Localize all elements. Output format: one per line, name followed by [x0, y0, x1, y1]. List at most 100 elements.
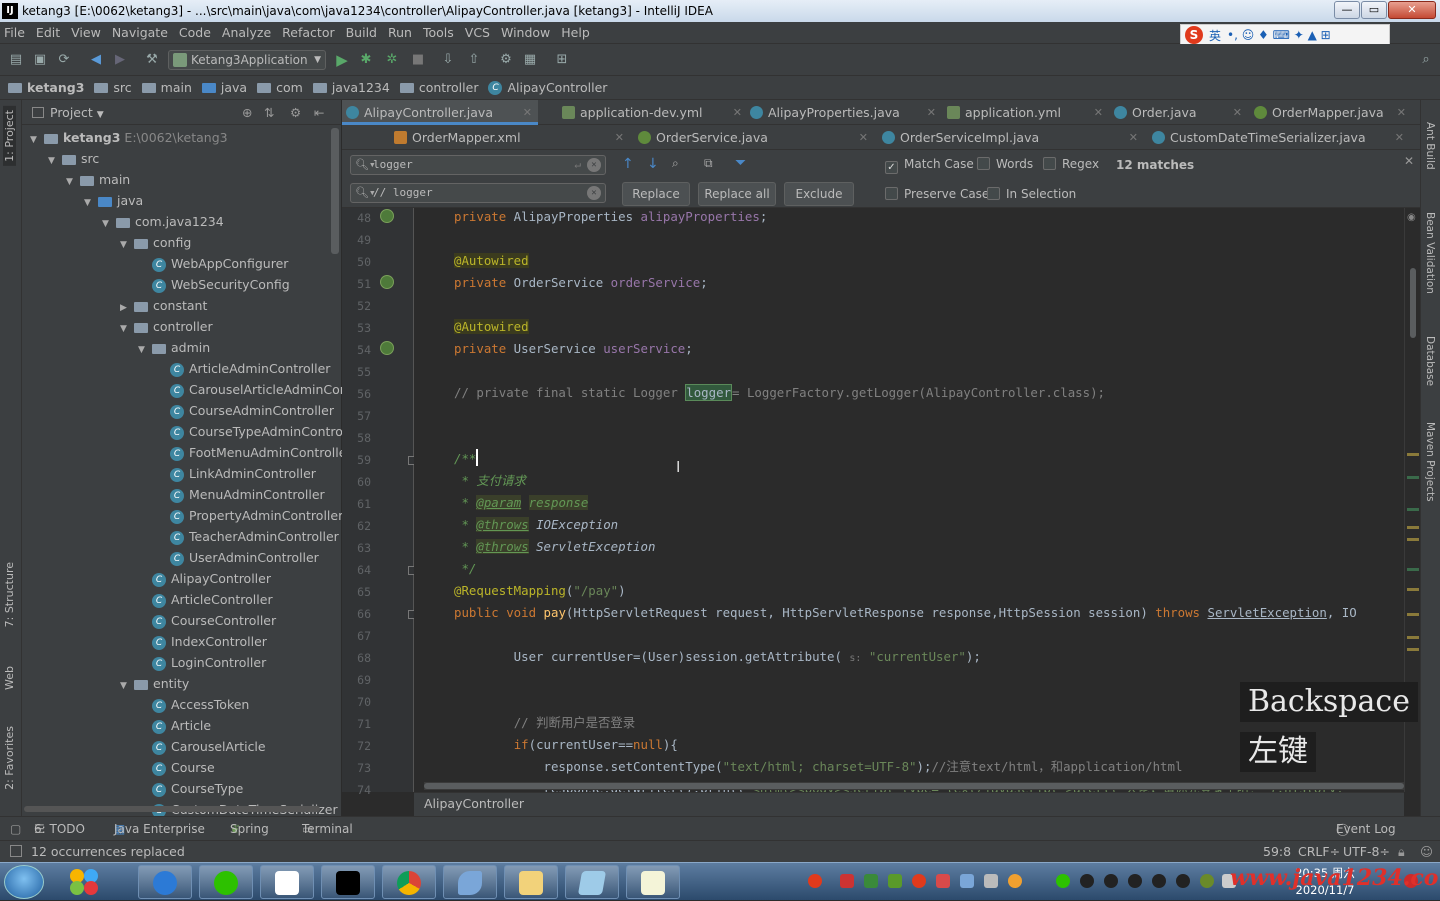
select-all-occurrences-icon[interactable]: ⧉	[704, 156, 713, 171]
tree-node-config[interactable]: ▼ config	[120, 232, 191, 253]
tree-node-carouselarticleadmincontr[interactable]: C CarouselArticleAdminContr	[156, 379, 358, 400]
horizontal-scrollbar[interactable]	[424, 782, 1404, 790]
code-line[interactable]: // private final static Logger logger= L…	[454, 382, 1105, 404]
qq-tray-icon-1[interactable]	[1080, 874, 1094, 888]
taskbar-app-notes[interactable]	[565, 865, 619, 899]
breadcrumb-controller[interactable]: controller	[399, 80, 478, 95]
taskbar-app-typora[interactable]	[260, 865, 314, 899]
close-tab-icon[interactable]: ✕	[1233, 100, 1242, 125]
tree-node-article[interactable]: C Article	[138, 715, 211, 736]
close-tab-icon[interactable]: ✕	[615, 125, 624, 150]
code-line[interactable]: */	[454, 558, 476, 580]
tree-node-coursetypeadmincontrolle[interactable]: C CourseTypeAdminControlle	[156, 421, 358, 442]
taskbar-app-editor[interactable]	[626, 865, 680, 899]
project-horizontal-scrollbar[interactable]	[24, 806, 320, 812]
locate-icon[interactable]: ⊕	[242, 100, 252, 125]
ime-language-toggle[interactable]: 英	[1209, 27, 1221, 44]
tree-node-coursetype[interactable]: C CourseType	[138, 778, 243, 799]
tab-orderserviceimpl-java[interactable]: OrderServiceImpl.java ✕	[878, 125, 1144, 150]
menu-refactor[interactable]: Refactor	[282, 25, 334, 40]
save-all-icon[interactable]: ▣	[32, 52, 48, 68]
in-selection-checkbox[interactable]: In Selection	[987, 187, 1076, 201]
run-configuration-select[interactable]: Ketang3Application ▼	[168, 50, 326, 70]
tab-ordermapper-java[interactable]: OrderMapper.java ✕	[1250, 100, 1412, 125]
tree-node-articlecontroller[interactable]: C ArticleController	[138, 589, 273, 610]
menu-code[interactable]: Code	[179, 25, 211, 40]
database-tool-tab[interactable]: Database	[1424, 336, 1436, 386]
exclude-button[interactable]: Exclude	[784, 182, 854, 206]
search-history-icon[interactable]: 🔍︎▾	[355, 156, 376, 174]
editor-breadcrumb[interactable]: AlipayController	[414, 792, 1404, 816]
tray-icon-f[interactable]	[1008, 874, 1022, 888]
project-tool-tab[interactable]: 1: Project	[3, 106, 16, 166]
breadcrumb-src[interactable]: src	[94, 80, 132, 95]
tab-orderservice-java[interactable]: OrderService.java ✕	[634, 125, 874, 150]
search-everywhere-icon[interactable]: ⌕	[1418, 52, 1434, 68]
menu-window[interactable]: Window	[501, 25, 550, 40]
code-line[interactable]: * @throws IOException	[454, 514, 618, 536]
menu-view[interactable]: View	[71, 25, 101, 40]
ime-tools[interactable]: •, ☺ ♦ ⌨ ✦ ▲ ⊞	[1227, 28, 1331, 42]
tray-icon-g[interactable]	[1200, 874, 1214, 888]
menu-vcs[interactable]: VCS	[465, 25, 490, 40]
expanded-arrow-icon[interactable]: ▼	[120, 235, 134, 256]
color-balls-app-icon[interactable]	[64, 865, 104, 899]
close-tab-icon[interactable]: ✕	[733, 100, 742, 125]
ant-build-tool-tab[interactable]: Ant Build	[1424, 122, 1436, 170]
sogou-tray-icon[interactable]	[808, 874, 822, 888]
favorites-tool-tab[interactable]: 2: Favorites	[3, 726, 16, 790]
clear-replace-icon[interactable]: ✕	[587, 186, 601, 200]
clear-search-icon[interactable]: ✕	[587, 158, 601, 172]
tree-node-webappconfigurer[interactable]: C WebAppConfigurer	[138, 253, 288, 274]
file-encoding[interactable]: UTF-8÷	[1343, 841, 1390, 862]
next-occurrence-icon[interactable]: ↓	[647, 156, 659, 172]
code-line[interactable]: User currentUser=(User)session.getAttrib…	[454, 646, 981, 668]
project-structure-icon[interactable]: ⚙	[498, 52, 514, 68]
menu-run[interactable]: Run	[388, 25, 412, 40]
tree-node-menuadmincontroller[interactable]: C MenuAdminController	[156, 484, 325, 505]
vcs-update-icon[interactable]: ⇩	[440, 52, 456, 68]
tab-alipayproperties-java[interactable]: AlipayProperties.java ✕	[746, 100, 942, 125]
minimize-button[interactable]: —	[1334, 1, 1360, 19]
replace-button[interactable]: Replace	[622, 182, 690, 206]
tree-node-courseadmincontroller[interactable]: C CourseAdminController	[156, 400, 334, 421]
tree-node-constant[interactable]: ▶ constant	[120, 295, 207, 316]
menu-analyze[interactable]: Analyze	[222, 25, 271, 40]
windows-start-button[interactable]	[4, 865, 44, 899]
code-line[interactable]: @Autowired	[454, 316, 529, 338]
tray-icon-c[interactable]	[936, 874, 950, 888]
menu-file[interactable]: File	[4, 25, 25, 40]
stop-icon[interactable]: ■	[410, 52, 426, 68]
qq-tray-icon-5[interactable]	[1176, 874, 1190, 888]
breadcrumb-java1234[interactable]: java1234	[312, 80, 390, 95]
tree-node-course[interactable]: C Course	[138, 757, 215, 778]
bean-injection-icon[interactable]	[380, 275, 394, 289]
taskbar-app-browser[interactable]	[138, 865, 192, 899]
sogou-logo-icon[interactable]: S	[1185, 26, 1203, 44]
breadcrumb-alipaycontroller[interactable]: C AlipayController	[488, 80, 607, 95]
expanded-arrow-icon[interactable]: ▼	[84, 193, 98, 214]
tree-node-java[interactable]: ▼ java	[84, 190, 143, 211]
taskbar-app-wechat[interactable]	[199, 865, 253, 899]
structure-tool-tab[interactable]: 7: Structure	[3, 562, 16, 627]
previous-occurrence-icon[interactable]: ↑	[622, 156, 634, 172]
tab-ordermapper-xml[interactable]: OrderMapper.xml ✕	[390, 125, 630, 150]
tree-node-entity[interactable]: ▼ entity	[120, 673, 189, 694]
taskbar-app-intellij[interactable]	[321, 865, 375, 899]
tab-customdatetimeserializer-java[interactable]: CustomDateTimeSerializer.java ✕	[1148, 125, 1410, 150]
qq-tray-icon-3[interactable]	[1128, 874, 1142, 888]
replace-history-icon[interactable]: 🔍︎▾	[355, 184, 376, 202]
tab-application-dev-yml[interactable]: application-dev.yml ✕	[558, 100, 748, 125]
code-line[interactable]: * 支付请求	[454, 470, 526, 492]
close-tab-icon[interactable]: ✕	[1395, 125, 1404, 150]
menu-help[interactable]: Help	[561, 25, 590, 40]
code-line[interactable]: response.setContentType("text/html; char…	[454, 756, 1183, 778]
tree-node-main[interactable]: ▼ main	[66, 169, 130, 190]
expanded-arrow-icon[interactable]: ▼	[120, 319, 134, 340]
tree-node-footmenuadmincontroller[interactable]: C FootMenuAdminController	[156, 442, 352, 463]
code-line[interactable]: @RequestMapping("/pay")	[454, 580, 626, 602]
close-tab-icon[interactable]: ✕	[927, 100, 936, 125]
ime-toolbar[interactable]: S 英 •, ☺ ♦ ⌨ ✦ ▲ ⊞	[1180, 24, 1390, 46]
preserve-case-checkbox[interactable]: Preserve Case	[885, 187, 989, 201]
bean-injection-icon[interactable]	[380, 209, 394, 223]
